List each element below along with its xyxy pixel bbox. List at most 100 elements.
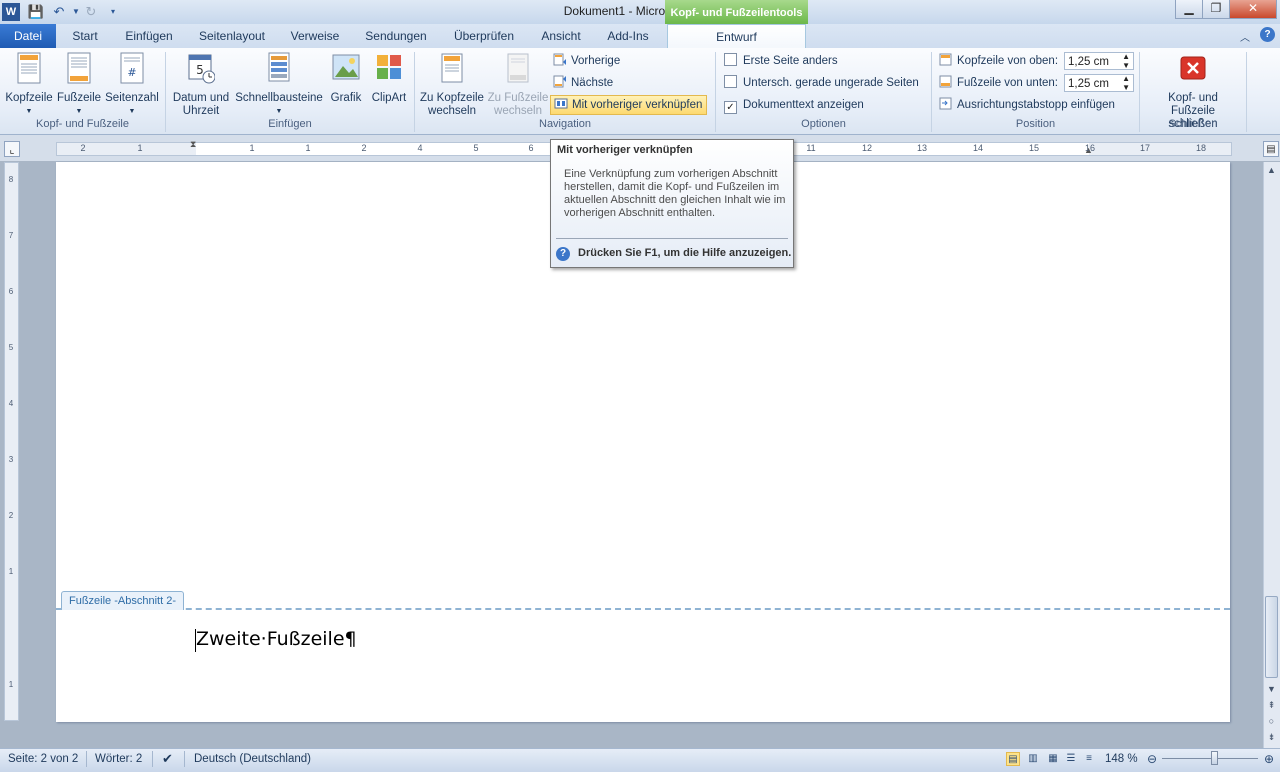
vorherige-button[interactable]: Vorherige [553,52,620,70]
maximize-button[interactable]: ❐ [1202,0,1230,19]
tab-entwurf[interactable]: Entwurf [667,24,806,49]
grafik-button[interactable]: Grafik [328,52,364,105]
previous-page-icon[interactable]: ⇞ [1264,698,1279,712]
checkbox-checked-icon[interactable]: ✓ [724,101,737,114]
web-layout-view-icon[interactable]: ▦ [1046,752,1060,766]
footer-text[interactable]: Zweite·Fußzeile¶ [196,628,357,650]
svg-text:#: # [127,66,136,79]
tab-ueberpruefen[interactable]: Überprüfen [446,24,522,48]
ruler-number: 3 [8,455,14,464]
checkbox-unchecked-icon[interactable] [724,75,737,88]
ruler-number: 15 [1028,143,1039,153]
ruler-number: 16 [1084,143,1095,153]
group-label-navigation: Navigation [539,118,591,130]
zoom-slider-track[interactable] [1162,758,1258,759]
untersch-label: Untersch. gerade ungerade Seiten [743,77,919,89]
ruler-number: 2 [8,511,14,520]
header-position-icon [939,53,952,66]
word-count[interactable]: Wörter: 2 [95,751,142,767]
erste-seite-label: Erste Seite anders [743,55,838,67]
fuss-von-unten-value[interactable]: 1,25 cm [1068,78,1109,90]
vertical-ruler[interactable] [4,162,19,721]
ausrichtungstabstopp-button[interactable]: Ausrichtungstabstopp einfügen [939,96,1115,114]
zu-fusszeile-label-line2: wechseln [494,105,542,117]
seitenzahl-label: Seitenzahl [105,92,159,104]
group-divider [1246,52,1247,132]
ruler-number: 18 [1195,143,1206,153]
zoom-in-icon[interactable]: ⊕ [1262,752,1276,766]
tab-start[interactable]: Start [66,24,104,48]
close-window-button[interactable]: ✕ [1229,0,1277,19]
tab-ansicht[interactable]: Ansicht [535,24,587,48]
gerade-ungerade-checkbox[interactable]: Untersch. gerade ungerade Seiten [724,74,919,92]
outline-view-icon[interactable]: ☰ [1064,752,1078,766]
minimize-button[interactable]: ▁ [1175,0,1203,19]
ruler-number: 13 [916,143,927,153]
minimize-ribbon-icon[interactable]: ︿ [1240,29,1250,44]
ruler-number: 1 [305,143,311,153]
zu-fusszeile-wechseln-button[interactable]: Zu Fußzeile wechseln [486,52,550,118]
tab-einfuegen[interactable]: Einfügen [118,24,180,48]
zu-kopfzeile-wechseln-button[interactable]: Zu Kopfzeile wechseln [418,52,486,118]
footer-boundary [56,608,1230,610]
zu-fusszeile-label-line1: Zu Fußzeile [487,92,549,104]
schnellbausteine-label: Schnellbausteine [235,92,323,104]
ausrichtung-label: Ausrichtungstabstopp einfügen [957,99,1115,111]
draft-view-icon[interactable]: ≡ [1082,752,1096,766]
scroll-up-icon[interactable]: ▲ [1264,163,1279,177]
zoom-level[interactable]: 148 % [1105,751,1138,767]
tab-add-ins[interactable]: Add-Ins [602,24,654,48]
ruler-number: 17 [1139,143,1150,153]
tab-selector-icon[interactable]: ⌞ [4,141,20,157]
spinner-arrows-icon[interactable]: ▲ ▼ [1122,74,1130,92]
tooltip-divider [556,238,788,239]
zu-kopfzeile-label-line1: Zu Kopfzeile [420,92,484,104]
svg-text:5: 5 [196,63,204,77]
seitenzahl-button[interactable]: # Seitenzahl ▼ [104,52,160,118]
tab-seitenlayout[interactable]: Seitenlayout [194,24,270,48]
zu-kopfzeile-label-line2: wechseln [428,105,476,117]
language-status[interactable]: Deutsch (Deutschland) [194,751,311,767]
tooltip-body: Eine Verknüpfung zum vorherigen Abschnit… [564,168,786,219]
full-screen-reading-view-icon[interactable]: ▥ [1026,752,1040,766]
naechste-button[interactable]: Nächste [553,74,613,92]
fusszeile-button[interactable]: Fußzeile ▼ [56,52,102,118]
kopfzeile-von-oben-spinner[interactable]: 1,25 cm ▲ ▼ [1064,52,1134,70]
next-page-icon[interactable]: ⇟ [1264,730,1279,744]
browse-object-icon[interactable]: ○ [1264,714,1279,728]
naechste-label: Nächste [571,77,614,89]
datum-uhrzeit-button[interactable]: 5 Datum und Uhrzeit [170,52,232,118]
scrollbar-thumb[interactable] [1265,596,1278,678]
spinner-arrows-icon[interactable]: ▲ ▼ [1122,52,1130,70]
ruler-number: 1 [8,567,14,576]
view-ruler-icon[interactable]: ▤ [1263,141,1279,157]
help-icon[interactable]: ? [1260,27,1275,42]
clipart-button[interactable]: ClipArt [368,52,410,105]
grafik-label: Grafik [330,92,362,104]
kopfzeile-button[interactable]: Kopfzeile ▼ [4,52,54,118]
page-count[interactable]: Seite: 2 von 2 [8,751,78,767]
next-section-icon [553,75,566,88]
kopfzeile-von-oben-label-row: Kopfzeile von oben: [939,52,1058,70]
schnellbausteine-button[interactable]: Schnellbausteine ▼ [235,52,323,118]
scroll-down-icon[interactable]: ▼ [1264,682,1279,696]
tab-sendungen[interactable]: Sendungen [360,24,432,48]
proofing-icon[interactable]: ✔ [162,751,173,767]
calendar-clock-icon: 5 [188,54,216,84]
zoom-slider-thumb[interactable] [1211,751,1218,765]
fusszeile-von-unten-spinner[interactable]: 1,25 cm ▲ ▼ [1064,74,1134,92]
erste-seite-anders-checkbox[interactable]: Erste Seite anders [724,52,838,70]
ruler-number: 1 [8,680,14,689]
print-layout-view-icon[interactable]: ▤ [1006,752,1020,766]
footer-position-icon [939,75,952,88]
tab-verweise[interactable]: Verweise [285,24,345,48]
mit-vorheriger-verknuepfen-button[interactable]: Mit vorheriger verknüpfen [550,95,708,115]
tooltip: Mit vorheriger verknüpfen Eine Verknüpfu… [550,139,794,268]
indent-marker-icon[interactable]: ⧗ [190,139,196,150]
tab-datei[interactable]: Datei [0,24,56,48]
dokumenttext-anzeigen-checkbox[interactable]: ✓ Dokumenttext anzeigen [724,96,864,114]
ruler-number: 14 [972,143,983,153]
zoom-out-icon[interactable]: ⊖ [1145,752,1159,766]
checkbox-unchecked-icon[interactable] [724,53,737,66]
kopf-von-oben-value[interactable]: 1,25 cm [1068,56,1109,68]
